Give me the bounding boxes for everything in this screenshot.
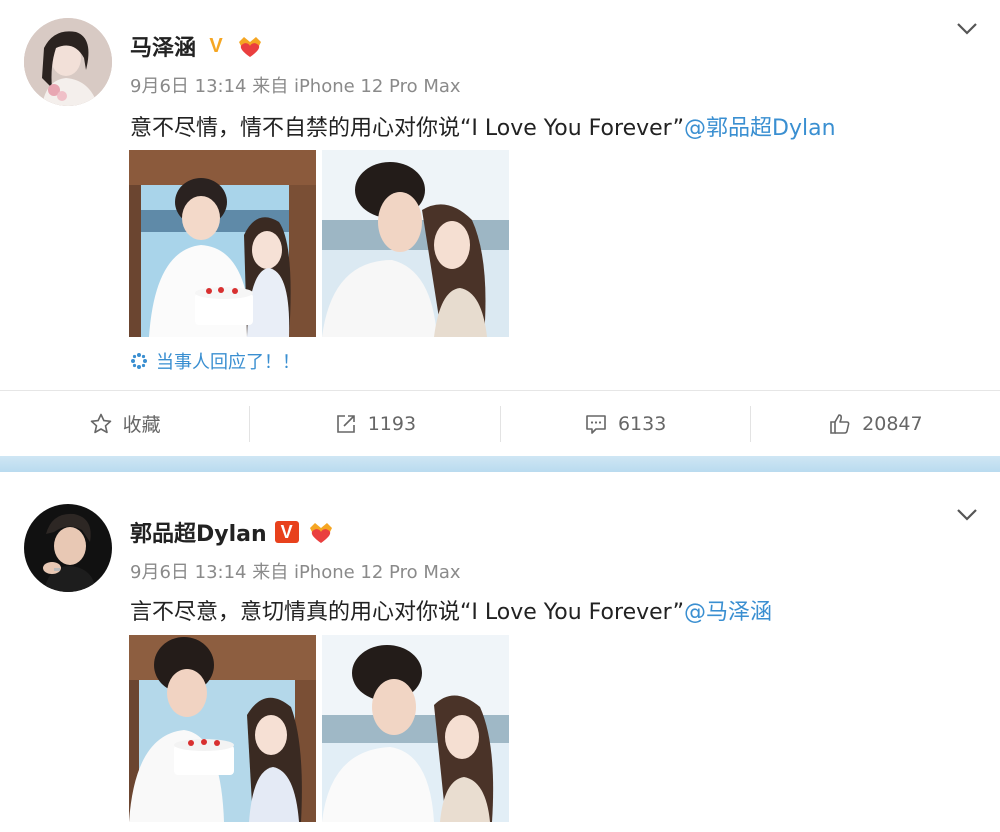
- post-photo[interactable]: [322, 150, 509, 337]
- comment-button[interactable]: 6133: [501, 405, 751, 442]
- comment-icon: [586, 414, 606, 434]
- chevron-down-icon[interactable]: [956, 508, 978, 522]
- post-photo[interactable]: [129, 635, 316, 822]
- post-photo[interactable]: [129, 150, 316, 337]
- post-body: 意不尽情，情不自禁的用心对你说“I Love You Forever”: [130, 116, 685, 141]
- like-count: 20847: [862, 412, 923, 435]
- post-body: 言不尽意，意切情真的用心对你说“I Love You Forever”: [130, 600, 685, 625]
- post-meta: 9月6日 13:14 来自 iPhone 12 Pro Max: [130, 558, 461, 584]
- repost-button[interactable]: 1193: [250, 405, 501, 442]
- post-photo[interactable]: [322, 635, 509, 822]
- comment-count: 6133: [617, 412, 667, 435]
- mention-link[interactable]: @郭品超Dylan: [684, 116, 836, 141]
- username-text[interactable]: 马泽涵: [130, 30, 196, 62]
- star-icon: [90, 413, 111, 433]
- repost-icon: [336, 414, 355, 433]
- verified-icon: V: [209, 34, 223, 57]
- topic-text[interactable]: 当事人回应了！！: [156, 348, 300, 374]
- photo-couple-cake: [129, 150, 316, 337]
- like-icon: [830, 413, 850, 434]
- post-1: 马泽涵 V 9月6日 13:14 来自 iPhone 12 Pro Max 意不…: [0, 0, 1000, 390]
- like-button[interactable]: 20847: [751, 406, 1000, 442]
- photo-couple-portrait: [322, 635, 509, 822]
- username-text[interactable]: 郭品超Dylan: [130, 516, 267, 548]
- feed-separator: [0, 456, 1000, 472]
- avatar[interactable]: [24, 504, 112, 592]
- mention-link[interactable]: @马泽涵: [684, 600, 772, 625]
- action-toolbar: 收藏 1193 6133 20847: [0, 390, 1000, 456]
- favorite-label: 收藏: [122, 414, 161, 436]
- username[interactable]: 郭品超Dylan V: [130, 516, 335, 548]
- repost-count: 1193: [367, 412, 417, 435]
- post-text: 意不尽情，情不自禁的用心对你说“I Love You Forever”@郭品超D…: [130, 110, 836, 142]
- post-time[interactable]: 9月6日 13:14: [130, 76, 247, 97]
- post-time[interactable]: 9月6日 13:14: [130, 562, 247, 583]
- avatar[interactable]: [24, 18, 112, 106]
- topic-icon: [131, 353, 147, 369]
- avatar-image: [24, 504, 112, 592]
- crown-heart-icon: [239, 37, 262, 57]
- chevron-down-icon[interactable]: [956, 22, 978, 36]
- username[interactable]: 马泽涵 V: [130, 30, 264, 62]
- topic-link[interactable]: 当事人回应了！！: [130, 348, 300, 374]
- post-source: 来自 iPhone 12 Pro Max: [252, 76, 461, 97]
- avatar-image: [24, 18, 112, 106]
- photo-couple-embrace: [322, 150, 509, 337]
- favorite-button[interactable]: 收藏: [0, 405, 251, 442]
- post-meta: 9月6日 13:14 来自 iPhone 12 Pro Max: [130, 72, 461, 98]
- photo-couple-cake: [129, 635, 316, 822]
- post-source: 来自 iPhone 12 Pro Max: [252, 562, 461, 583]
- verified-icon: V: [274, 521, 299, 543]
- post-text: 言不尽意，意切情真的用心对你说“I Love You Forever”@马泽涵: [130, 594, 772, 626]
- crown-heart-icon: [309, 523, 332, 543]
